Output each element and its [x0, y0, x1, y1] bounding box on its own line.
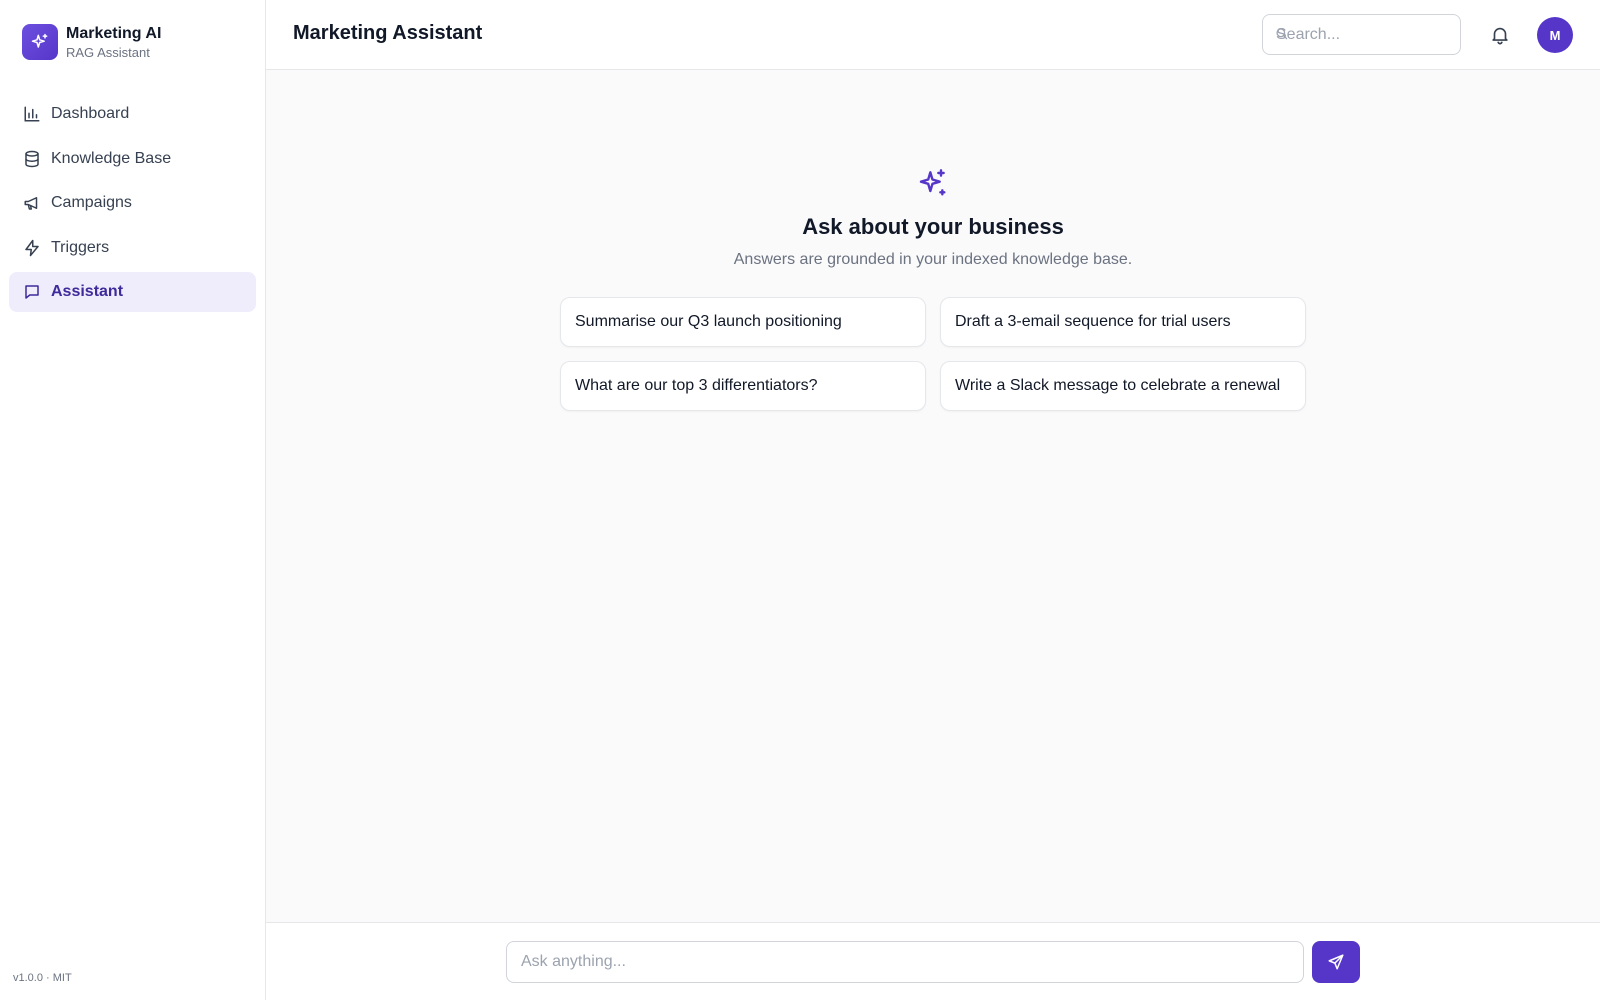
sidebar-item-dashboard[interactable]: Dashboard	[9, 94, 256, 134]
empty-state-title: Ask about your business	[802, 214, 1064, 239]
chat-icon	[23, 283, 41, 301]
brand-name: Marketing AI	[66, 24, 162, 42]
sidebar: Marketing AI RAG Assistant Dashboard Kno…	[0, 0, 266, 1000]
sidebar-item-label: Assistant	[51, 283, 124, 300]
suggestion-card[interactable]: Draft a 3-email sequence for trial users	[940, 297, 1306, 347]
message-input[interactable]	[506, 941, 1304, 983]
avatar[interactable]: M	[1537, 17, 1573, 53]
search-box[interactable]	[1262, 14, 1461, 55]
version-label: v1.0.0 · MIT	[13, 972, 72, 984]
sidebar-item-label: Knowledge Base	[51, 149, 172, 167]
sidebar-item-assistant[interactable]: Assistant	[9, 272, 256, 312]
notifications-bell-icon[interactable]	[1489, 24, 1511, 46]
message-composer	[266, 922, 1600, 1000]
megaphone-icon	[23, 194, 41, 212]
brand[interactable]: Marketing AI RAG Assistant	[22, 24, 161, 60]
sidebar-item-label: Dashboard	[51, 105, 130, 122]
bar-chart-icon	[23, 105, 41, 123]
send-button[interactable]	[1312, 941, 1360, 983]
assistant-main: Ask about your business Answers are grou…	[266, 70, 1600, 922]
sparkle-icon	[917, 167, 949, 199]
sidebar-item-knowledge-base[interactable]: Knowledge Base	[9, 139, 256, 179]
sidebar-item-triggers[interactable]: Triggers	[9, 228, 256, 268]
brand-subtitle: RAG Assistant	[66, 44, 150, 60]
search-icon	[1275, 27, 1289, 46]
sidebar-nav: Dashboard Knowledge Base Campaigns Trigg…	[9, 94, 256, 317]
search-input[interactable]	[1263, 15, 1460, 54]
sparkle-logo-icon	[22, 24, 58, 60]
top-header: Marketing Assistant M	[266, 0, 1600, 70]
send-icon	[1327, 953, 1345, 971]
lightning-icon	[23, 239, 41, 257]
page-title: Marketing Assistant	[293, 22, 483, 44]
suggestion-grid: Summarise our Q3 launch positioning Draf…	[560, 297, 1306, 411]
sidebar-item-label: Campaigns	[51, 194, 132, 211]
suggestion-card[interactable]: Summarise our Q3 launch positioning	[560, 297, 926, 347]
suggestion-card[interactable]: Write a Slack message to celebrate a ren…	[940, 361, 1306, 411]
sidebar-item-label: Triggers	[51, 238, 110, 256]
database-icon	[23, 150, 41, 168]
sidebar-item-campaigns[interactable]: Campaigns	[9, 183, 256, 223]
empty-state-subtitle: Answers are grounded in your indexed kno…	[733, 251, 1133, 268]
suggestion-card[interactable]: What are our top 3 differentiators?	[560, 361, 926, 411]
